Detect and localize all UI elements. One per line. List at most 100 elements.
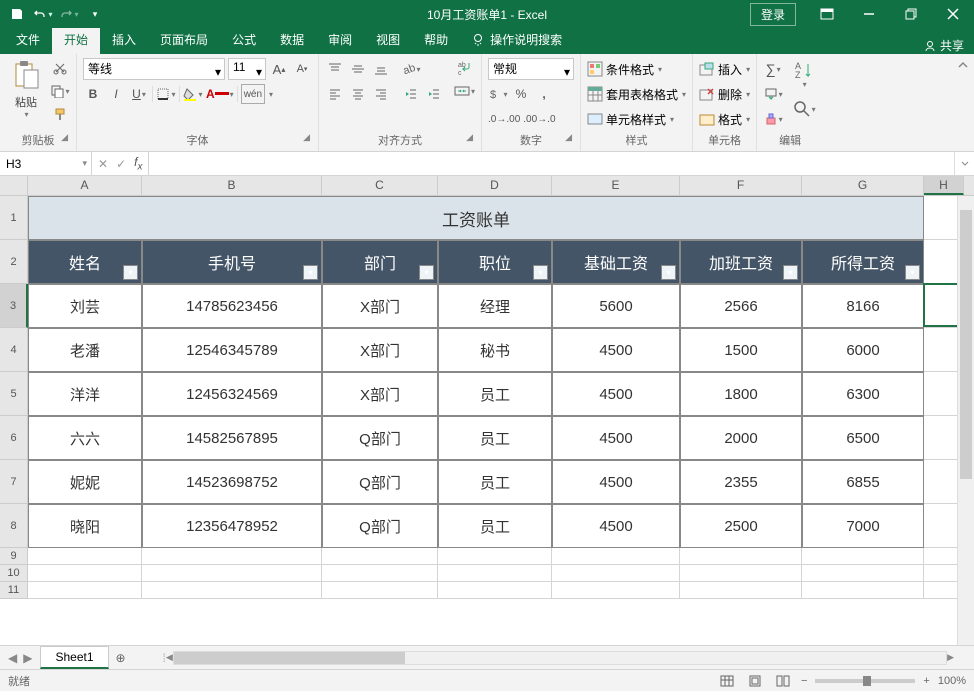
zoom-in-icon[interactable]: + xyxy=(923,675,929,687)
redo-icon[interactable]: ▾ xyxy=(58,3,80,25)
sheet-nav-prev-icon[interactable]: ◀ xyxy=(8,651,17,665)
cell[interactable]: 6500 xyxy=(802,416,924,460)
cell[interactable]: 14582567895 xyxy=(142,416,322,460)
underline-icon[interactable]: U▾ xyxy=(129,84,149,104)
save-icon[interactable] xyxy=(6,3,28,25)
cell[interactable]: 6000 xyxy=(802,328,924,372)
cell[interactable] xyxy=(680,565,802,582)
cell[interactable]: 员工 xyxy=(438,416,552,460)
decrease-font-icon[interactable]: A▾ xyxy=(292,59,312,79)
launcher-icon[interactable]: ◢ xyxy=(565,132,572,143)
cell[interactable] xyxy=(142,548,322,565)
new-sheet-icon[interactable]: ⊕ xyxy=(109,651,133,665)
qat-customize-icon[interactable]: ▾ xyxy=(84,3,106,25)
cell[interactable]: 刘芸 xyxy=(28,284,142,328)
bold-icon[interactable]: B xyxy=(83,84,103,104)
cell[interactable] xyxy=(552,548,680,565)
cell[interactable]: 6855 xyxy=(802,460,924,504)
cell[interactable]: X部门 xyxy=(322,328,438,372)
filter-icon[interactable]: ▾ xyxy=(303,265,318,280)
align-center-icon[interactable] xyxy=(348,84,368,104)
cell[interactable]: 5600 xyxy=(552,284,680,328)
cell[interactable]: 4500 xyxy=(552,372,680,416)
fx-icon[interactable]: fx xyxy=(134,155,142,172)
row-header[interactable]: 1 xyxy=(0,196,28,240)
cell[interactable]: 员工 xyxy=(438,460,552,504)
row-header[interactable]: 8 xyxy=(0,504,28,548)
cell[interactable]: 手机号▾ xyxy=(142,240,322,284)
login-button[interactable]: 登录 xyxy=(750,3,796,26)
filter-icon[interactable]: ▾ xyxy=(661,265,676,280)
formula-input[interactable] xyxy=(149,152,954,175)
format-cells-button[interactable]: 格式▾ xyxy=(699,108,750,130)
ribbon-options-icon[interactable] xyxy=(806,0,848,28)
page-break-view-icon[interactable] xyxy=(773,673,793,689)
cell[interactable] xyxy=(438,548,552,565)
vertical-scrollbar[interactable] xyxy=(957,196,974,645)
cell[interactable]: 基础工资▾ xyxy=(552,240,680,284)
cell[interactable] xyxy=(680,548,802,565)
font-name-select[interactable]: 等线▾ xyxy=(83,58,225,80)
insert-cells-button[interactable]: 插入▾ xyxy=(699,58,750,80)
minimize-icon[interactable] xyxy=(848,0,890,28)
cell[interactable] xyxy=(802,565,924,582)
filter-icon[interactable]: ▾ xyxy=(123,265,138,280)
cell[interactable] xyxy=(438,582,552,599)
cell[interactable]: 4500 xyxy=(552,504,680,548)
copy-icon[interactable]: ▾ xyxy=(50,81,70,101)
cell[interactable]: 六六 xyxy=(28,416,142,460)
cell[interactable]: 8166 xyxy=(802,284,924,328)
cell[interactable] xyxy=(802,582,924,599)
italic-icon[interactable]: I xyxy=(106,84,126,104)
cell[interactable] xyxy=(142,582,322,599)
col-header[interactable]: F xyxy=(680,176,802,195)
cell[interactable]: 秘书 xyxy=(438,328,552,372)
cell[interactable]: X部门 xyxy=(322,284,438,328)
paste-button[interactable]: 粘贴▾ xyxy=(6,58,46,121)
close-icon[interactable] xyxy=(932,0,974,28)
cell[interactable] xyxy=(28,565,142,582)
align-middle-icon[interactable] xyxy=(348,59,368,79)
undo-icon[interactable]: ▾ xyxy=(32,3,54,25)
name-box[interactable]: H3▾ xyxy=(0,152,92,175)
tab-insert[interactable]: 插入 xyxy=(100,26,148,54)
align-right-icon[interactable] xyxy=(371,84,391,104)
cell[interactable] xyxy=(322,548,438,565)
cell[interactable]: 4500 xyxy=(552,328,680,372)
clear-icon[interactable]: ▾ xyxy=(763,109,783,129)
cell[interactable] xyxy=(802,548,924,565)
cut-icon[interactable] xyxy=(50,58,70,78)
cell[interactable] xyxy=(142,565,322,582)
row-header[interactable]: 4 xyxy=(0,328,28,372)
accounting-icon[interactable]: $▾ xyxy=(488,84,508,104)
cell[interactable] xyxy=(552,582,680,599)
delete-cells-button[interactable]: 删除▾ xyxy=(699,83,750,105)
zoom-out-icon[interactable]: − xyxy=(801,675,807,687)
sort-filter-icon[interactable]: AZ▾ xyxy=(791,58,817,90)
zoom-level[interactable]: 100% xyxy=(938,675,966,687)
col-header[interactable]: C xyxy=(322,176,438,195)
cell[interactable]: 姓名▾ xyxy=(28,240,142,284)
fill-color-icon[interactable]: ▾ xyxy=(183,84,203,104)
autosum-icon[interactable]: ∑▾ xyxy=(763,59,783,79)
cell[interactable]: 经理 xyxy=(438,284,552,328)
increase-indent-icon[interactable] xyxy=(424,84,444,104)
tab-help[interactable]: 帮助 xyxy=(412,26,460,54)
align-bottom-icon[interactable] xyxy=(371,59,391,79)
conditional-format-button[interactable]: 条件格式▾ xyxy=(587,58,686,80)
cancel-formula-icon[interactable]: ✕ xyxy=(98,157,108,171)
cell[interactable]: 2355 xyxy=(680,460,802,504)
orientation-icon[interactable]: ab▾ xyxy=(401,59,421,79)
col-header[interactable]: G xyxy=(802,176,924,195)
cell[interactable]: 所得工资▾ xyxy=(802,240,924,284)
row-header[interactable]: 7 xyxy=(0,460,28,504)
col-header[interactable]: H xyxy=(924,176,964,195)
decrease-indent-icon[interactable] xyxy=(401,84,421,104)
expand-formula-icon[interactable] xyxy=(954,152,974,175)
cell[interactable]: 部门▾ xyxy=(322,240,438,284)
cell[interactable]: 2500 xyxy=(680,504,802,548)
merge-icon[interactable]: ▾ xyxy=(454,81,475,101)
align-left-icon[interactable] xyxy=(325,84,345,104)
comma-icon[interactable]: , xyxy=(534,84,554,104)
cell[interactable]: Q部门 xyxy=(322,416,438,460)
